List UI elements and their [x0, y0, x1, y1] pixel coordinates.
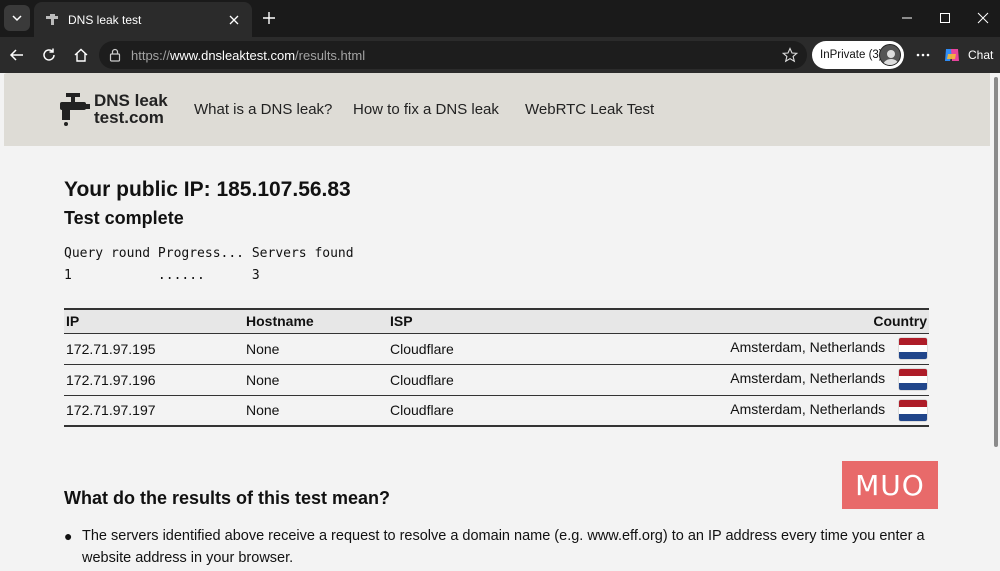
- table-row: 172.71.97.195 None Cloudflare Amsterdam,…: [64, 333, 929, 365]
- url-scheme: https://: [131, 47, 171, 63]
- col-header-ip: IP: [64, 308, 244, 334]
- col-header-hostname: Hostname: [244, 308, 388, 334]
- minimize-icon: [902, 17, 912, 19]
- cell-hostname: None: [244, 395, 388, 427]
- cell-country: Amsterdam, Netherlands: [588, 333, 929, 365]
- close-tab-icon[interactable]: [226, 12, 242, 28]
- progress-header: Query round Progress... Servers found: [64, 246, 354, 261]
- cell-isp: Cloudflare: [388, 395, 588, 427]
- home-button[interactable]: [68, 42, 94, 68]
- logo-line-2: test.com: [94, 108, 164, 127]
- test-status-heading: Test complete: [64, 208, 184, 228]
- copilot-chat-button[interactable]: Chat: [942, 42, 1000, 68]
- logo-wordmark: DNS leak test.com: [94, 92, 168, 126]
- url-text[interactable]: https://www.dnsleaktest.com/results.html: [131, 48, 365, 63]
- cell-ip: 172.71.97.197: [64, 395, 244, 427]
- settings-more-button[interactable]: [912, 42, 934, 68]
- scrollbar-thumb[interactable]: [994, 77, 998, 447]
- inprivate-profile-button[interactable]: InPrivate (3): [812, 41, 904, 69]
- muo-watermark-logo: MUO: [842, 461, 938, 509]
- logo-line-1: DNS leak: [94, 91, 168, 110]
- copilot-icon: [945, 49, 959, 61]
- chevron-down-icon: [12, 15, 22, 22]
- table-row: 172.71.97.196 None Cloudflare Amsterdam,…: [64, 364, 929, 396]
- tab-title: DNS leak test: [68, 12, 142, 27]
- list-item-text: The servers identified above receive a r…: [82, 528, 925, 566]
- profile-avatar-icon: [879, 44, 901, 66]
- cell-ip: 172.71.97.196: [64, 364, 244, 396]
- nav-link-webrtc-test[interactable]: WebRTC Leak Test: [525, 101, 654, 118]
- maximize-window-button[interactable]: [933, 6, 957, 30]
- address-bar[interactable]: https://www.dnsleaktest.com/results.html: [99, 41, 807, 69]
- cell-hostname: None: [244, 364, 388, 396]
- netherlands-flag-icon: [899, 338, 927, 359]
- cell-isp: Cloudflare: [388, 364, 588, 396]
- close-window-button[interactable]: [971, 6, 995, 30]
- col-header-isp: ISP: [388, 308, 588, 334]
- cell-hostname: None: [244, 333, 388, 365]
- public-ip-heading: Your public IP: 185.107.56.83: [64, 178, 351, 201]
- favorite-star-icon[interactable]: [781, 46, 799, 64]
- faucet-logo-icon: [60, 93, 90, 126]
- refresh-button[interactable]: [36, 42, 62, 68]
- table-row: 172.71.97.197 None Cloudflare Amsterdam,…: [64, 395, 929, 427]
- site-logo[interactable]: DNS leak test.com: [54, 89, 174, 129]
- country-name: Amsterdam, Netherlands: [730, 370, 886, 387]
- list-item: ● The servers identified above receive a…: [64, 525, 934, 569]
- dns-servers-table: IP Hostname ISP Country 172.71.97.195 No…: [64, 308, 929, 427]
- browser-toolbar: https://www.dnsleaktest.com/results.html…: [0, 37, 1000, 73]
- progress-row: 1 ...... 3: [64, 268, 260, 283]
- site-header: DNS leak test.com What is a DNS leak? Ho…: [4, 73, 990, 146]
- arrow-left-icon: [9, 49, 23, 61]
- close-icon: [977, 12, 989, 24]
- col-header-country: Country: [588, 308, 929, 334]
- cell-isp: Cloudflare: [388, 333, 588, 365]
- netherlands-flag-icon: [899, 399, 927, 421]
- table-header-row: IP Hostname ISP Country: [64, 308, 929, 334]
- page-scrollbar[interactable]: [992, 73, 1000, 571]
- watermark-text: MUO: [855, 468, 925, 502]
- cell-country: Amsterdam, Netherlands: [588, 395, 929, 427]
- page-viewport: DNS leak test.com What is a DNS leak? Ho…: [0, 73, 1000, 571]
- bullet-icon: ●: [64, 528, 73, 544]
- lock-icon[interactable]: [109, 48, 123, 62]
- tab-actions-menu-button[interactable]: [4, 5, 30, 31]
- dns-leak-favicon-icon: [44, 12, 60, 28]
- cell-ip: 172.71.97.195: [64, 333, 244, 365]
- maximize-icon: [940, 13, 950, 23]
- minimize-window-button[interactable]: [895, 6, 919, 30]
- nav-link-how-to-fix[interactable]: How to fix a DNS leak: [353, 101, 499, 118]
- results-meaning-heading: What do the results of this test mean?: [64, 488, 391, 508]
- browser-tab-bar: DNS leak test: [0, 0, 1000, 37]
- country-name: Amsterdam, Netherlands: [730, 339, 886, 356]
- more-dots-icon: [916, 53, 930, 57]
- home-icon: [74, 48, 88, 62]
- url-path: /results.html: [295, 47, 366, 63]
- cell-country: Amsterdam, Netherlands: [588, 364, 929, 396]
- new-tab-button[interactable]: [258, 7, 280, 29]
- chat-label: Chat: [968, 48, 994, 62]
- url-host: www.dnsleaktest.com: [170, 47, 296, 63]
- back-button[interactable]: [4, 42, 30, 68]
- country-name: Amsterdam, Netherlands: [730, 400, 886, 417]
- inprivate-label: InPrivate (3): [820, 49, 883, 61]
- plus-icon: [263, 12, 275, 24]
- nav-link-what-is-dns-leak[interactable]: What is a DNS leak?: [194, 101, 332, 118]
- browser-tab-active[interactable]: DNS leak test: [34, 2, 252, 37]
- refresh-icon: [43, 48, 55, 61]
- netherlands-flag-icon: [899, 369, 927, 390]
